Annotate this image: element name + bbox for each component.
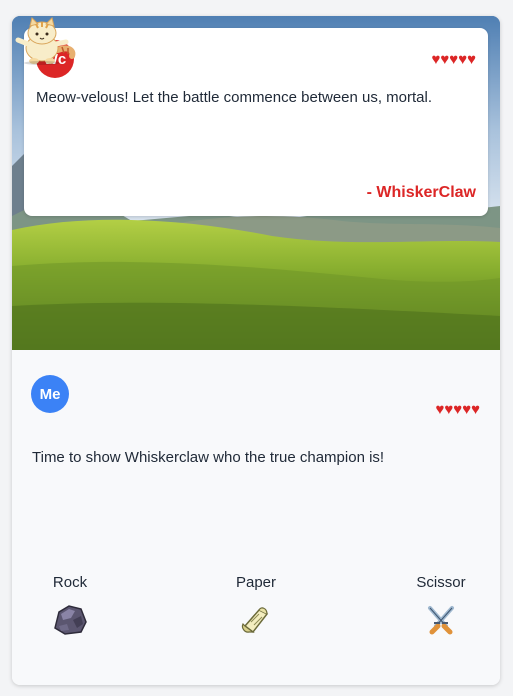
rock-icon <box>54 605 87 635</box>
player-message: Time to show Whiskerclaw who the true ch… <box>32 449 385 466</box>
rock-label: Rock <box>52 574 88 591</box>
scissor-icon <box>428 606 454 635</box>
player-panel: Me ♥♥♥♥♥ Time to show Whiskerclaw who th… <box>12 350 500 685</box>
opponent-speech-card: Wc ♥♥♥♥♥ Meow-velous! Let the battle com… <box>24 28 488 216</box>
cat-sprite <box>15 17 76 65</box>
choice-bar: Rock Paper Scissor <box>12 574 500 644</box>
opponent-hearts: ♥♥♥♥♥ <box>431 51 476 68</box>
battle-scene: Wc ♥♥♥♥♥ Meow-velous! Let the battle com… <box>12 16 500 350</box>
paper-button[interactable]: Paper <box>211 574 301 644</box>
opponent-signature: - WhiskerClaw <box>366 184 476 201</box>
scissor-button[interactable]: Scissor <box>396 574 486 644</box>
player-hearts: ♥♥♥♥♥ <box>435 401 480 418</box>
player-avatar: Me <box>31 375 69 413</box>
paper-label: Paper <box>235 574 277 591</box>
rock-button[interactable]: Rock <box>25 574 115 644</box>
opponent-message: Meow-velous! Let the battle commence bet… <box>36 89 433 106</box>
paper-icon <box>241 607 269 634</box>
game-card: Wc ♥♥♥♥♥ Meow-velous! Let the battle com… <box>12 16 500 685</box>
scissor-label: Scissor <box>416 574 466 591</box>
